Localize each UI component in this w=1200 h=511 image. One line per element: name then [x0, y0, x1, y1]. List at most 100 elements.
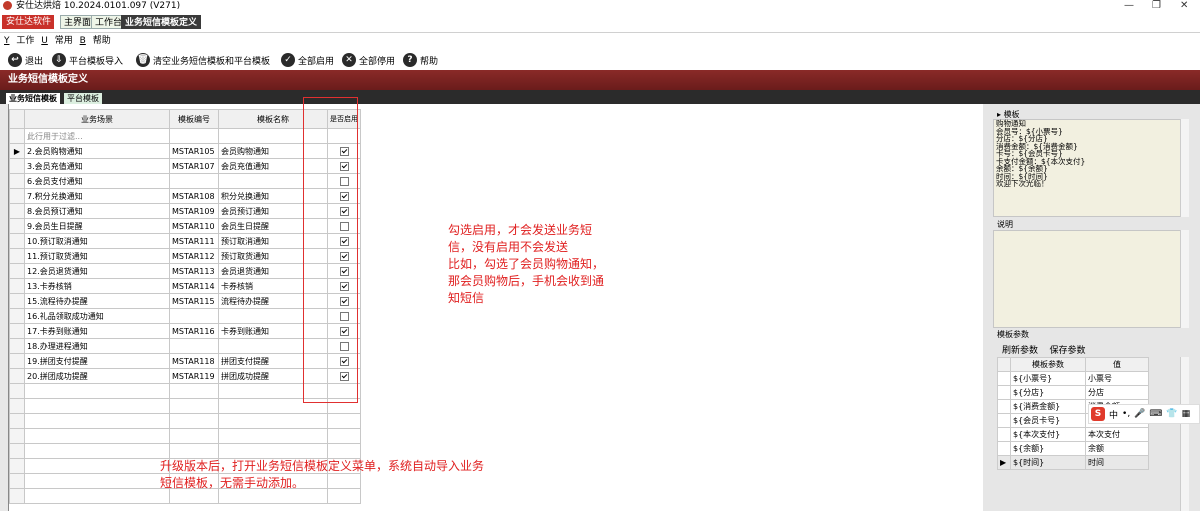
params-col-value[interactable]: 值 [1085, 357, 1149, 372]
param-name: ${时间} [1010, 455, 1086, 470]
param-name: ${会员卡号} [1010, 413, 1086, 428]
enable-note-line: 知短信 [448, 291, 485, 305]
param-row[interactable]: ${余额} 余额 [997, 441, 1149, 456]
param-value[interactable]: 本次支付 [1085, 427, 1149, 442]
close-button[interactable]: ✕ [1180, 0, 1188, 12]
empty-cell [24, 488, 170, 504]
template-content[interactable]: 购物通知 会员号：${小票号} 分店：${分店} 消费金额：${消费金额} 卡号：${会… [993, 119, 1189, 217]
param-value[interactable]: 余额 [1085, 441, 1149, 456]
desc-scrollbar[interactable] [1180, 230, 1189, 328]
ime-toolbar[interactable]: S 中 •, 🎤 ⌨ 👕 ▦ [1088, 404, 1200, 424]
enabled-column-highlight [303, 97, 358, 403]
param-indicator [997, 441, 1011, 456]
microphone-icon[interactable]: 🎤 [1134, 409, 1145, 419]
empty-cell [169, 383, 219, 399]
row-indicator [9, 218, 25, 234]
cell-code: MSTAR118 [169, 353, 219, 369]
row-indicator [9, 293, 25, 309]
params-col-name[interactable]: 模板参数 [1010, 357, 1086, 372]
col-header-scene[interactable]: 业务场景 [24, 109, 170, 129]
param-value[interactable]: 小票号 [1085, 371, 1149, 386]
empty-cell [169, 443, 219, 459]
row-indicator [9, 188, 25, 204]
import-label: 平台模板导入 [69, 56, 124, 67]
cell-scene: 11.预订取货通知 [24, 248, 170, 264]
cell-code: MSTAR114 [169, 278, 219, 294]
param-buttons: 刷新参数 保存参数 [1002, 343, 1085, 356]
template-label-text: 模板 [1003, 110, 1020, 119]
grid-menu-icon[interactable]: ▦ [1182, 409, 1191, 419]
cell-scene: 8.会员预订通知 [24, 203, 170, 219]
row-indicator [9, 203, 25, 219]
cell-code: MSTAR107 [169, 158, 219, 174]
exit-button[interactable]: ↩ 退出 [8, 52, 43, 68]
help-button[interactable]: ? 帮助 [403, 52, 438, 68]
help-label: 帮助 [420, 56, 439, 67]
enable-all-button[interactable]: ✓ 全部启用 [281, 52, 334, 68]
menu-help-label: 帮助 [92, 36, 111, 46]
filter-input[interactable]: 此行用于过滤... [24, 128, 170, 144]
left-edge [0, 104, 8, 511]
menu-common[interactable]: U 常用 [41, 36, 72, 46]
app-menu-button[interactable]: 安仕达软件 ▾ [2, 15, 54, 41]
minimize-button[interactable]: — [1124, 0, 1134, 12]
clear-label: 清空业务短信模板和平台模板 [153, 56, 271, 67]
param-name: ${小票号} [1010, 371, 1086, 386]
empty-cell [24, 443, 170, 459]
subtab-platform-template[interactable]: 平台模板 [64, 93, 102, 104]
param-row[interactable]: ${小票号} 小票号 [997, 371, 1149, 386]
param-indicator [997, 399, 1011, 414]
ime-lang[interactable]: 中 [1109, 408, 1118, 421]
cell-scene: 2.会员购物通知 [24, 143, 170, 159]
params-scrollbar[interactable] [1180, 357, 1189, 511]
filter-cell[interactable] [169, 128, 219, 144]
empty-cell [9, 383, 25, 399]
page-title: 业务短信模板定义 [8, 74, 88, 85]
tab-sms-template[interactable]: 业务短信模板定义 [121, 15, 202, 29]
cell-code: MSTAR108 [169, 188, 219, 204]
cell-scene: 7.积分兑换通知 [24, 188, 170, 204]
menu-work[interactable]: Y 工作 [4, 36, 34, 46]
maximize-button[interactable]: ❐ [1152, 0, 1161, 12]
row-indicator [9, 308, 25, 324]
tab-main[interactable]: 主界面 [60, 15, 96, 29]
empty-cell [327, 443, 361, 459]
skin-icon[interactable]: 👕 [1166, 409, 1177, 419]
col-header-code[interactable]: 模板编号 [169, 109, 219, 129]
disable-all-button[interactable]: ✕ 全部停用 [342, 52, 395, 68]
param-row[interactable]: ${本次支付} 本次支付 [997, 427, 1149, 442]
param-row[interactable]: ▶ ${时间} 时间 [997, 455, 1149, 470]
cell-scene: 3.会员充值通知 [24, 158, 170, 174]
refresh-params-button[interactable]: 刷新参数 [1002, 346, 1038, 356]
enable-all-label: 全部启用 [298, 56, 335, 67]
import-button[interactable]: ⇩ 平台模板导入 [52, 52, 123, 68]
row-indicator [9, 173, 25, 189]
save-params-button[interactable]: 保存参数 [1049, 346, 1085, 356]
sub-tabs-bar [0, 90, 1200, 104]
exit-label: 退出 [25, 56, 44, 67]
row-indicator [9, 233, 25, 249]
app-logo-icon [3, 1, 12, 10]
cell-code: MSTAR109 [169, 203, 219, 219]
keyboard-icon[interactable]: ⌨ [1149, 409, 1162, 419]
param-indicator [997, 385, 1011, 400]
window-title: 安仕达烘焙 10.2024.0101.097 (V271) [16, 1, 181, 11]
subtab-business-template[interactable]: 业务短信模板 [6, 93, 60, 104]
stop-icon: ✕ [342, 53, 356, 67]
param-indicator [997, 413, 1011, 428]
param-value[interactable]: 时间 [1085, 455, 1149, 470]
menu-help[interactable]: B 帮助 [80, 36, 111, 46]
menu-bar: Y 工作 U 常用 B 帮助 [0, 34, 111, 48]
desc-content[interactable] [993, 230, 1189, 328]
check-icon: ✓ [281, 53, 295, 67]
param-value[interactable]: 分店 [1085, 385, 1149, 400]
param-row[interactable]: ${分店} 分店 [997, 385, 1149, 400]
template-scrollbar[interactable] [1180, 119, 1189, 217]
param-indicator [997, 371, 1011, 386]
row-indicator-header [9, 109, 25, 129]
enable-note: 勾选启用，才会发送业务短 信，没有启用不会发送 比如，勾选了会员购物通知， 那会… [448, 222, 604, 307]
ime-punct-icon[interactable]: •, [1122, 409, 1130, 419]
empty-cell [24, 473, 170, 489]
clear-button[interactable]: 🗑 清空业务短信模板和平台模板 [136, 52, 270, 68]
cell-scene: 13.卡券核销 [24, 278, 170, 294]
